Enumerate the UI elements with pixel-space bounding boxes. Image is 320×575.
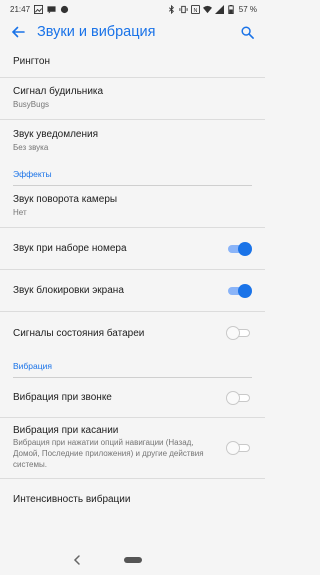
lock-sound-title: Звук блокировки экрана — [13, 285, 124, 296]
lock-sound-item[interactable]: Звук блокировки экрана — [0, 270, 265, 312]
ringtone-item[interactable]: Рингтон — [0, 46, 265, 78]
status-time: 21:47 — [10, 4, 31, 14]
settings-list: Рингтон Сигнал будильника BusyBugs Звук … — [0, 46, 265, 519]
camera-sound-subtitle: Нет — [13, 208, 27, 218]
battery-sound-toggle[interactable] — [226, 325, 252, 341]
nav-home-pill[interactable] — [124, 557, 142, 563]
battery-icon — [227, 4, 236, 14]
dial-sound-title: Звук при наборе номера — [13, 243, 127, 254]
dial-sound-toggle[interactable] — [226, 241, 252, 257]
vibrate-ring-item[interactable]: Вибрация при звонке — [0, 378, 265, 418]
wifi-icon — [202, 5, 212, 14]
notification-title: Звук уведомления — [13, 128, 99, 140]
lock-sound-toggle[interactable] — [226, 283, 252, 299]
battery-sound-title: Сигналы состояния батареи — [13, 327, 145, 339]
dial-sound-item[interactable]: Звук при наборе номера — [0, 228, 265, 270]
vibration-intensity-item[interactable]: Интенсивность вибрации — [0, 479, 265, 519]
search-icon[interactable] — [239, 24, 255, 40]
alarm-title: Сигнал будильника — [13, 86, 104, 98]
section-vibration: Вибрация — [13, 354, 252, 378]
page-title: Звуки и вибрация — [37, 24, 156, 40]
vibrate-touch-subtitle: Вибрация при нажатии опций навигации (На… — [13, 438, 204, 469]
notification-subtitle: Без звука — [13, 142, 49, 152]
gallery-icon — [34, 4, 44, 14]
navigation-bar — [0, 545, 265, 575]
vibrate-touch-item[interactable]: Вибрация при касании Вибрация при нажати… — [0, 418, 265, 479]
app-bar: Звуки и вибрация — [0, 18, 265, 46]
message-icon — [47, 5, 56, 14]
svg-text:N: N — [193, 7, 197, 13]
back-arrow-icon[interactable] — [10, 24, 26, 40]
alarm-subtitle: BusyBugs — [13, 100, 50, 110]
ringtone-title: Рингтон — [13, 56, 50, 67]
status-bar: 21:47 N 57 % — [0, 0, 265, 18]
signal-icon — [214, 4, 224, 14]
nfc-icon: N — [190, 4, 200, 14]
camera-sound-item[interactable]: Звук поворота камеры Нет — [0, 186, 265, 228]
battery-percent: 57 % — [238, 4, 257, 14]
vibrate-ring-title: Вибрация при звонке — [13, 392, 112, 403]
nav-back-icon[interactable] — [71, 553, 83, 565]
vibrate-touch-title: Вибрация при касании — [13, 425, 119, 437]
camera-sound-title: Звук поворота камеры — [13, 194, 118, 206]
vibrate-touch-toggle[interactable] — [226, 440, 252, 456]
vibrate-ring-toggle[interactable] — [226, 390, 252, 406]
vibration-intensity-title: Интенсивность вибрации — [13, 493, 131, 505]
battery-sound-item[interactable]: Сигналы состояния батареи — [0, 312, 265, 354]
section-effects: Эффекты — [13, 162, 252, 186]
alarm-item[interactable]: Сигнал будильника BusyBugs — [0, 78, 265, 120]
bluetooth-icon — [167, 4, 176, 14]
vibrate-icon — [179, 5, 188, 14]
dot-icon — [60, 5, 69, 14]
notification-item[interactable]: Звук уведомления Без звука — [0, 120, 265, 162]
